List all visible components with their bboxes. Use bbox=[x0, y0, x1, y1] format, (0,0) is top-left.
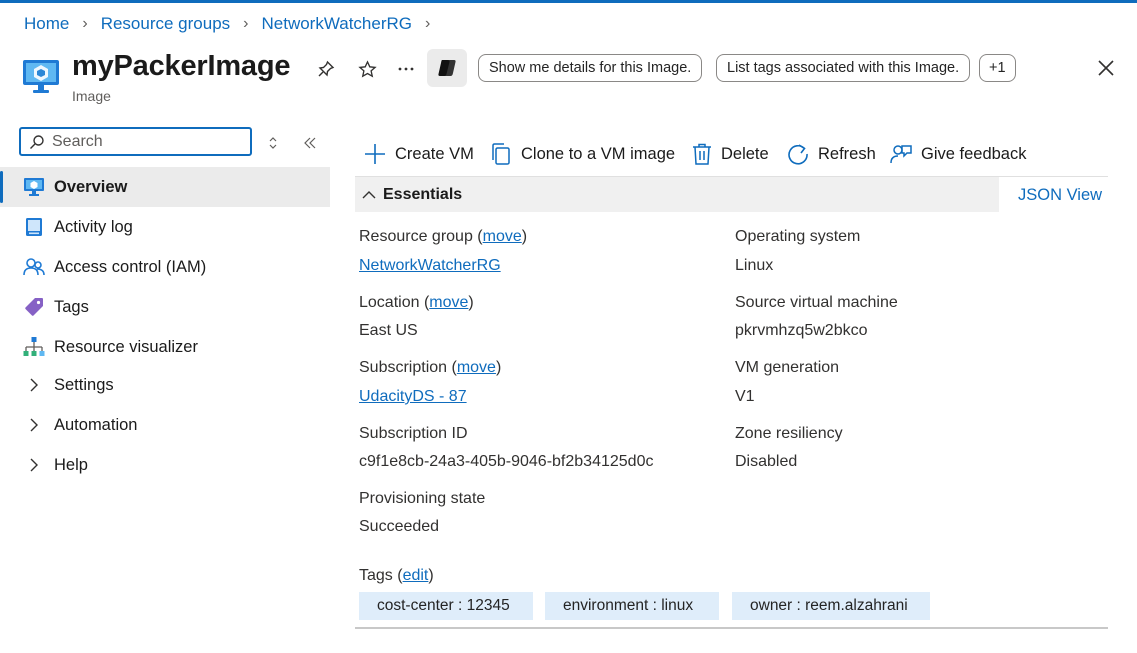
resource-type-label: Image bbox=[72, 88, 111, 104]
resource-group-label-text: Resource group bbox=[359, 228, 473, 245]
suggestion-chip-more[interactable]: +1 bbox=[979, 54, 1016, 82]
source-vm-label: Source virtual machine bbox=[735, 294, 898, 311]
collapse-sidebar-icon[interactable] bbox=[301, 134, 319, 152]
breadcrumb-resource-groups[interactable]: Resource groups bbox=[101, 14, 230, 34]
chevron-right-icon bbox=[23, 414, 45, 436]
sidebar-item-help[interactable]: Help bbox=[0, 445, 330, 485]
suggestion-chip-details[interactable]: Show me details for this Image. bbox=[478, 54, 703, 82]
pin-icon[interactable] bbox=[314, 57, 338, 81]
move-resource-group-link[interactable]: move bbox=[483, 228, 522, 245]
resource-group-label: Resource group (move) bbox=[359, 228, 528, 245]
sidebar-item-activity-log[interactable]: Activity log bbox=[0, 207, 330, 247]
json-view-link[interactable]: JSON View bbox=[1018, 186, 1102, 205]
refresh-button[interactable]: Refresh bbox=[787, 141, 876, 167]
resource-visualizer-icon bbox=[23, 336, 45, 358]
delete-button[interactable]: Delete bbox=[692, 141, 769, 167]
subscription-label-text: Subscription bbox=[359, 359, 448, 376]
subscription-value-link[interactable]: UdacityDS - 87 bbox=[359, 388, 467, 406]
chevron-right-icon: › bbox=[82, 15, 88, 32]
location-value: East US bbox=[359, 322, 418, 339]
edit-tags-link[interactable]: edit bbox=[403, 567, 429, 584]
zone-resiliency-label: Zone resiliency bbox=[735, 425, 843, 442]
search-icon bbox=[26, 131, 48, 153]
location-label: Location (move) bbox=[359, 294, 474, 311]
sidebar-item-access-control[interactable]: Access control (IAM) bbox=[0, 247, 330, 287]
trash-icon bbox=[693, 143, 711, 165]
copy-icon bbox=[492, 143, 510, 165]
copilot-icon bbox=[438, 60, 456, 76]
refresh-icon bbox=[788, 144, 808, 165]
sidebar-item-resource-visualizer[interactable]: Resource visualizer bbox=[0, 327, 330, 367]
refresh-label: Refresh bbox=[818, 144, 876, 163]
divider bbox=[355, 627, 1108, 629]
chevron-right-icon bbox=[23, 454, 45, 476]
sidebar-item-label: Resource visualizer bbox=[54, 337, 198, 356]
more-options-icon[interactable] bbox=[394, 57, 418, 81]
plus-icon bbox=[365, 144, 385, 164]
operating-system-label: Operating system bbox=[735, 228, 861, 245]
tag-icon bbox=[23, 296, 45, 318]
search-field[interactable] bbox=[19, 127, 252, 156]
provisioning-state-value: Succeeded bbox=[359, 518, 440, 535]
page-title: myPackerImage bbox=[72, 50, 291, 82]
clone-button[interactable]: Clone to a VM image bbox=[490, 141, 675, 167]
sidebar-item-settings[interactable]: Settings bbox=[0, 365, 330, 405]
sidebar-item-tags[interactable]: Tags bbox=[0, 287, 330, 327]
vm-generation-value: V1 bbox=[735, 388, 755, 405]
chevron-right-icon: › bbox=[243, 15, 249, 32]
sidebar-item-label: Overview bbox=[54, 177, 128, 196]
give-feedback-button[interactable]: Give feedback bbox=[890, 141, 1026, 167]
chevron-right-icon bbox=[23, 374, 45, 396]
search-input[interactable] bbox=[48, 132, 242, 151]
sidebar-item-label: Activity log bbox=[54, 217, 133, 236]
sidebar-item-label: Access control (IAM) bbox=[54, 257, 207, 276]
tags-label: Tags (edit) bbox=[359, 567, 434, 584]
tags-label-text: Tags bbox=[359, 567, 393, 584]
breadcrumb-home[interactable]: Home bbox=[24, 14, 69, 34]
tag-chip-owner: owner : reem.alzahrani bbox=[732, 592, 930, 620]
location-label-text: Location bbox=[359, 294, 420, 311]
breadcrumb: Home › Resource groups › NetworkWatcherR… bbox=[24, 14, 443, 34]
essentials-title: Essentials bbox=[383, 185, 463, 203]
delete-label: Delete bbox=[721, 144, 769, 163]
sidebar-item-label: Help bbox=[54, 455, 88, 474]
star-icon[interactable] bbox=[355, 57, 379, 81]
access-control-icon bbox=[23, 256, 45, 278]
breadcrumb-networkwatcherrg[interactable]: NetworkWatcherRG bbox=[261, 14, 412, 34]
subscription-id-value: c9f1e8cb-24a3-405b-9046-bf2b34125d0c bbox=[359, 453, 654, 470]
create-vm-label: Create VM bbox=[395, 144, 474, 163]
tag-chip-cost-center: cost-center : 12345 bbox=[359, 592, 533, 620]
copilot-button[interactable] bbox=[427, 49, 467, 87]
tag-chip-environment: environment : linux bbox=[545, 592, 719, 620]
give-feedback-label: Give feedback bbox=[921, 144, 1027, 163]
vm-generation-label: VM generation bbox=[735, 359, 840, 376]
move-subscription-link[interactable]: move bbox=[457, 359, 496, 376]
image-resource-icon bbox=[22, 58, 60, 96]
move-location-link[interactable]: move bbox=[429, 294, 468, 311]
zone-resiliency-value: Disabled bbox=[735, 453, 798, 470]
subscription-label: Subscription (move) bbox=[359, 359, 502, 376]
chevron-right-icon: › bbox=[425, 15, 431, 32]
sidebar-item-automation[interactable]: Automation bbox=[0, 405, 330, 445]
top-accent-bar bbox=[0, 0, 1137, 3]
sidebar-item-overview[interactable]: Overview bbox=[0, 167, 330, 207]
subscription-id-label: Subscription ID bbox=[359, 425, 468, 442]
sidebar-item-label: Tags bbox=[54, 297, 89, 316]
resource-group-value-link[interactable]: NetworkWatcherRG bbox=[359, 257, 501, 275]
operating-system-value: Linux bbox=[735, 257, 774, 274]
clone-label: Clone to a VM image bbox=[521, 144, 676, 163]
sort-toggle-icon[interactable] bbox=[264, 134, 282, 152]
sidebar-item-label: Automation bbox=[54, 415, 138, 434]
provisioning-state-label: Provisioning state bbox=[359, 490, 486, 507]
feedback-icon bbox=[890, 145, 912, 164]
overview-icon bbox=[23, 176, 45, 198]
create-vm-button[interactable]: Create VM bbox=[364, 141, 474, 167]
source-vm-value: pkrvmhzq5w2bkco bbox=[735, 322, 868, 339]
essentials-toggle[interactable]: Essentials bbox=[355, 177, 999, 212]
activity-log-icon bbox=[23, 216, 45, 238]
chevron-up-icon bbox=[362, 190, 376, 198]
suggestion-chip-tags[interactable]: List tags associated with this Image. bbox=[716, 54, 971, 82]
close-icon[interactable] bbox=[1095, 57, 1119, 81]
sidebar-item-label: Settings bbox=[54, 375, 114, 394]
